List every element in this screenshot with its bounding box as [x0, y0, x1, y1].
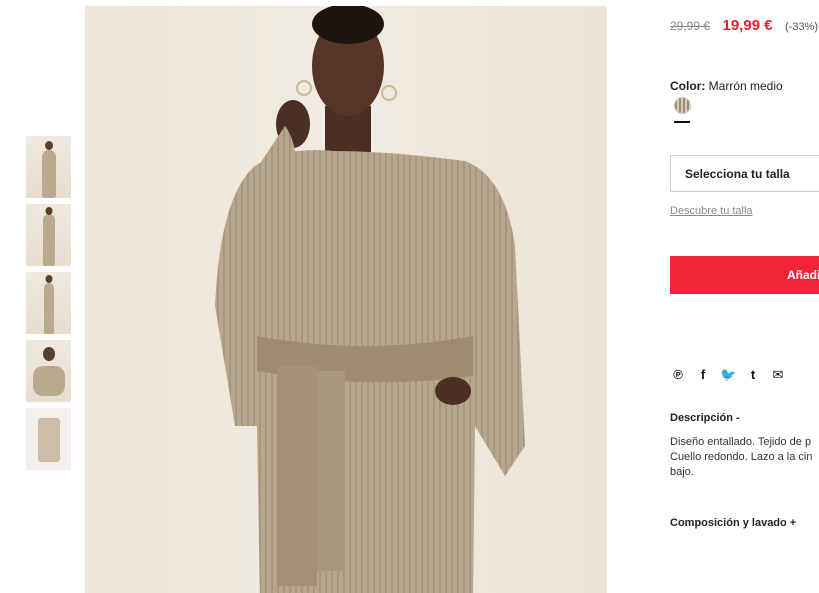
- size-select-label: Selecciona tu talla: [685, 167, 790, 181]
- model-illustration: [215, 6, 525, 593]
- share-icons: ℗ f 🐦 t ✉: [670, 366, 795, 382]
- description-line: Diseño entallado. Tejido de p: [670, 436, 812, 448]
- original-price: 29,99 €: [670, 19, 711, 33]
- color-value: Marrón medio: [708, 79, 783, 93]
- tumblr-icon[interactable]: t: [745, 367, 761, 383]
- composition-toggle[interactable]: Composición y lavado +: [670, 517, 796, 529]
- color-swatch[interactable]: [674, 97, 691, 114]
- twitter-icon[interactable]: 🐦: [720, 367, 736, 383]
- thumbnail-4[interactable]: [26, 340, 71, 402]
- sale-price: 19,99 €: [722, 17, 773, 34]
- thumbnail-1[interactable]: [26, 136, 71, 198]
- thumbnail-3[interactable]: [26, 272, 71, 334]
- price-row: 29,99 € 19,99 € (-33%): [670, 17, 818, 35]
- discount-badge: (-33%): [785, 21, 819, 33]
- description-line: Cuello redondo. Lazo a la cin: [670, 451, 813, 463]
- size-select[interactable]: Selecciona tu talla: [670, 155, 819, 192]
- swatch-selected-indicator: [674, 121, 690, 123]
- facebook-icon[interactable]: f: [695, 367, 711, 383]
- size-guide-link[interactable]: Descubre tu talla: [670, 205, 753, 217]
- thumbnail-2[interactable]: [26, 204, 71, 266]
- color-label-row: Color: Marrón medio: [670, 79, 783, 93]
- product-main-image[interactable]: [85, 6, 607, 593]
- add-to-cart-button[interactable]: Añadi: [670, 256, 819, 294]
- description-text: Diseño entallado. Tejido de p Cuello red…: [670, 435, 819, 480]
- thumbnail-5[interactable]: [26, 408, 71, 470]
- description-title[interactable]: Descripción -: [670, 412, 740, 424]
- thumbnail-strip: [26, 136, 71, 476]
- pinterest-icon[interactable]: ℗: [670, 367, 686, 383]
- description-line: bajo.: [670, 466, 694, 478]
- email-icon[interactable]: ✉: [770, 367, 786, 383]
- color-label: Color:: [670, 79, 706, 93]
